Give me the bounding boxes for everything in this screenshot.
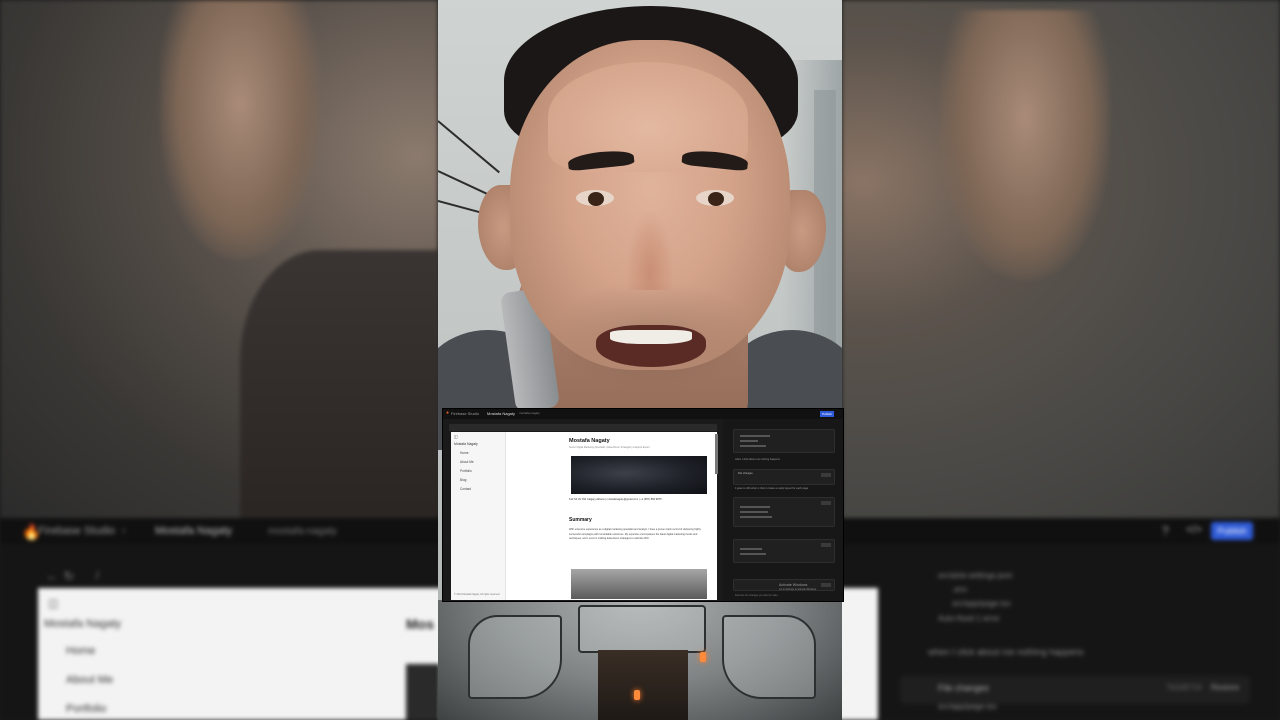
bg-nav-about: About Me — [66, 674, 114, 686]
inset-main-content: Mostafa Nagaty Senior Digital Marketing … — [565, 432, 715, 600]
bg-breadcrumb-project: Mostafa Nagaty — [155, 525, 233, 537]
iris-right — [708, 192, 724, 206]
code-icon: </> — [1186, 524, 1202, 536]
inset-contact-line: 612 SF AV SW Calgary Alberta | mostafana… — [569, 498, 662, 501]
inset-publish-button[interactable]: Publish — [820, 411, 834, 417]
inset-chat-panel: when I click about me nothing happens Fi… — [723, 419, 843, 601]
armor-plate — [722, 615, 816, 699]
inset-file-changes-card — [733, 539, 835, 563]
wire — [438, 120, 500, 174]
inset-portfolio-photo — [571, 569, 707, 599]
bg-nav-home: Home — [66, 645, 96, 657]
chevron-right-icon: › — [122, 525, 126, 537]
bg-chat-message: when I click about me nothing happens — [928, 647, 1084, 657]
armor-plate — [578, 605, 706, 653]
bg-path: / — [96, 570, 100, 582]
inset-chat-card — [733, 429, 835, 453]
firebase-logo-icon: 🔥 — [22, 524, 41, 541]
bg-nav-portfolio: Portfolio — [66, 703, 107, 715]
reload-icon: ↻ — [64, 569, 75, 583]
teeth — [610, 330, 692, 344]
inset-project-name: Mostafa Nagaty — [487, 411, 516, 416]
armor-plate — [468, 615, 562, 699]
bg-ear-left — [160, 0, 320, 260]
inset-scrollbar[interactable] — [715, 434, 718, 474]
bg-commit-hash: 7b2d9714 — [1166, 683, 1202, 692]
inset-sidebar-toggle-icon[interactable]: ◫ — [454, 435, 458, 439]
inset-nav-about[interactable]: About Me — [460, 460, 474, 464]
inset-chat-input[interactable]: Describe the changes you want to make... — [735, 594, 780, 597]
bg-neck-left — [240, 250, 440, 530]
inset-restore-button[interactable] — [821, 473, 831, 477]
bg-chat-file-2: .env — [952, 585, 968, 594]
inset-summary-text: With extensive experience as a digital m… — [569, 528, 701, 541]
bg-file-changed: src/app/page.tsx — [938, 702, 997, 711]
bg-ear-right — [940, 10, 1110, 280]
sidebar-toggle-icon: ◫ — [48, 598, 59, 610]
torso-core — [598, 650, 688, 720]
inset-file-changes-card: File changes — [733, 469, 835, 485]
status-light — [634, 690, 640, 700]
inset-nav-home[interactable]: Home — [460, 451, 469, 455]
inset-branch: mostafa-nagaty — [519, 411, 540, 415]
bg-branch-chip: mostafa-nagaty — [268, 526, 337, 537]
bg-publish-button: Publish — [1211, 522, 1253, 540]
bg-restore-label: Restore — [1211, 683, 1240, 692]
bg-chat-file-1: src/ai/ai-settings.json — [938, 571, 1013, 580]
bg-page-heading: Mos — [406, 616, 434, 632]
iris-left — [588, 192, 604, 206]
bg-breadcrumb-app: Firebase Studio — [38, 525, 116, 537]
inset-url-bar — [449, 424, 717, 431]
bg-profile-image — [406, 664, 440, 720]
status-light — [700, 652, 706, 662]
inset-summary-heading: Summary — [569, 517, 592, 523]
help-icon: ? — [1162, 524, 1169, 538]
inset-preview: ◫ Mostafa Nagaty Home About Me Portfolio… — [451, 432, 718, 600]
inset-sidebar-title: Mostafa Nagaty — [454, 442, 478, 446]
inset-profile-name: Mostafa Nagaty — [569, 438, 610, 444]
inset-firebase-icon: ● — [446, 410, 450, 416]
activate-windows-subtitle: Go to Settings to activate Windows. — [779, 588, 817, 591]
inset-profile-photo — [571, 456, 707, 494]
inset-file-changes-label: File changes — [738, 472, 753, 475]
inset-profile-subtitle: Senior Digital Marketing Specialist | Da… — [569, 446, 650, 449]
back-arrow-icon: ← — [46, 569, 58, 583]
nose — [626, 210, 674, 290]
inset-nav-contact[interactable]: Contact — [460, 487, 471, 491]
inset-chat-message-1: when I click about me nothing happens — [735, 458, 780, 461]
bg-chat-autofix: Auto-fixed 1 error — [938, 614, 1000, 623]
bg-file-changes-label: File changes — [938, 683, 990, 693]
inset-restore-button[interactable] — [821, 583, 831, 587]
inset-sidebar: ◫ Mostafa Nagaty Home About Me Portfolio… — [451, 432, 506, 600]
video-frame — [438, 0, 842, 720]
inset-nav-blog[interactable]: Blog — [460, 478, 466, 482]
bg-chat-file-3: src/app/page.tsx — [952, 599, 1011, 608]
inset-file-changes-card — [733, 497, 835, 527]
inset-footer: © 2024 Mostafa Nagaty. All rights reserv… — [454, 593, 500, 596]
bg-site-title: Mostafa Nagaty — [44, 618, 122, 630]
firebase-studio-screenshot: ● Firebase Studio Mostafa Nagaty mostafa… — [442, 408, 844, 602]
inset-chat-message-2: it goes to 404 when I click it create a … — [735, 487, 809, 490]
inset-restore-button[interactable] — [821, 501, 831, 505]
inset-app-name: Firebase Studio — [451, 411, 480, 416]
inset-restore-button[interactable] — [821, 543, 831, 547]
inset-nav-portfolio[interactable]: Portfolio — [460, 469, 472, 473]
